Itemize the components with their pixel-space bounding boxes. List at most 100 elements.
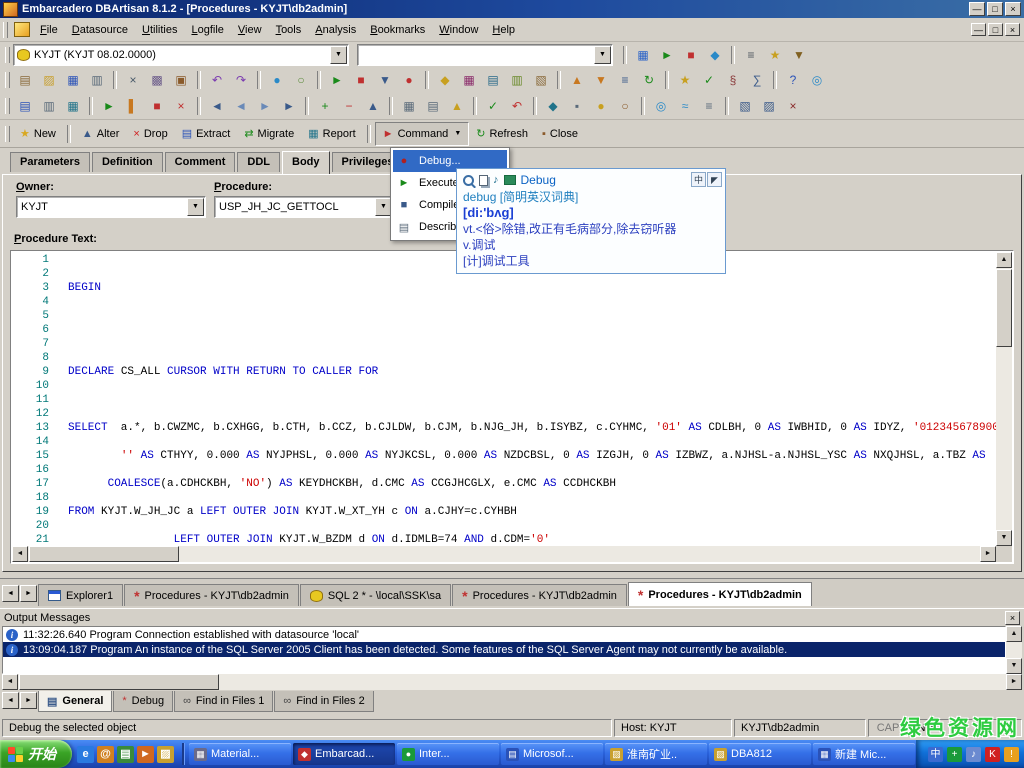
prev-row-icon[interactable]: ◄ [229,96,253,116]
menu-item-logfile[interactable]: Logfile [184,20,230,40]
open-file-icon[interactable]: ▨ [37,70,61,90]
maximize-button[interactable]: □ [987,2,1003,16]
discover-datasource-icon[interactable]: ◆ [703,45,727,65]
task-button[interactable]: ▨淮南矿业.. [605,743,707,765]
extract-button[interactable]: ▤Extract [175,123,238,145]
mdi-document-icon[interactable] [14,22,30,37]
world-icon[interactable]: ◎ [805,70,829,90]
sql-editor-icon[interactable]: ▤ [13,96,37,116]
migrate-button[interactable]: ⇄Migrate [237,123,301,145]
commit-icon[interactable]: ✓ [481,96,505,116]
procedures-icon[interactable]: ▥ [505,70,529,90]
bookmarks-icon[interactable]: ★ [673,70,697,90]
toolbar-grip[interactable] [5,126,10,142]
horizontal-scroll-thumb[interactable] [29,546,179,562]
next-row-icon[interactable]: ► [253,96,277,116]
tile-icon[interactable]: ▨ [757,96,781,116]
tab-general[interactable]: ▤General [38,691,112,712]
powerword-icon[interactable]: K [985,747,1000,762]
document-tab[interactable]: Explorer1 [38,584,123,606]
users-icon[interactable]: ● [589,96,613,116]
minimize-button[interactable]: — [969,2,985,16]
message-row[interactable]: i11:32:26.640 Program Connection establi… [3,627,1005,642]
ime-icon[interactable]: 中 [928,747,943,762]
tab-body[interactable]: Body [282,151,330,174]
help-icon[interactable]: ? [781,70,805,90]
task-button[interactable]: ▤Microsof... [501,743,603,765]
tab-scroll-right-button[interactable]: ► [20,585,37,602]
breakpoint-icon[interactable]: ● [397,70,421,90]
tab-scroll-left-button[interactable]: ◄ [2,692,19,709]
pin-button[interactable]: ◤ [707,172,722,187]
tab-find-in-files-2[interactable]: ∞Find in Files 2 [274,691,373,712]
document-tab[interactable]: *Procedures - KYJT\db2admin [628,582,812,606]
antivirus-icon[interactable]: + [947,747,962,762]
vertical-scroll-thumb[interactable] [996,269,1012,347]
replace-icon[interactable]: ○ [289,70,313,90]
tab-comment[interactable]: Comment [165,152,236,172]
schema-icon[interactable]: ◆ [541,96,565,116]
tab-parameters[interactable]: Parameters [10,152,90,172]
monitor-icon[interactable]: ◎ [649,96,673,116]
functions-icon[interactable]: ▧ [529,70,553,90]
grid-view-icon[interactable]: ▦ [397,96,421,116]
tab-ddl[interactable]: DDL [237,152,280,172]
chart-view-icon[interactable]: ▲ [445,96,469,116]
format-icon[interactable]: § [721,70,745,90]
code-editor[interactable]: 123BEGIN456789DECLARE CS_ALL CURSOR WITH… [11,253,996,546]
search-icon[interactable] [463,175,474,186]
execute-icon[interactable]: ► [325,70,349,90]
menu-item-window[interactable]: Window [432,20,485,40]
logs-icon[interactable]: ≡ [697,96,721,116]
dropdown-arrow-icon[interactable]: ▼ [594,46,611,64]
menu-item-datasource[interactable]: Datasource [65,20,135,40]
task-button[interactable]: ▦新建 Mic... [813,743,915,765]
form-view-icon[interactable]: ▤ [421,96,445,116]
message-row[interactable]: i13:09:04.187 Program An instance of the… [3,642,1005,657]
new-script-icon[interactable]: ▤ [13,70,37,90]
toolbar-grip[interactable] [5,72,10,88]
dropdown-arrow-icon[interactable]: ▼ [330,46,347,64]
mdi-restore-button[interactable]: □ [988,23,1003,36]
start-button[interactable]: 开始 [0,740,72,768]
query-builder-icon[interactable]: ▦ [61,96,85,116]
mdi-minimize-button[interactable]: — [971,23,986,36]
toolbar-grip[interactable] [5,47,10,63]
tab-definition[interactable]: Definition [92,152,163,172]
procedure-combo[interactable]: USP_JH_JC_GETTOCL ▼ [214,196,394,218]
tables-icon[interactable]: ▦ [457,70,481,90]
undo-icon[interactable]: ↶ [205,70,229,90]
close-button[interactable]: ▪Close [535,123,585,145]
copy-icon[interactable] [479,175,488,186]
document-tab[interactable]: *Procedures - KYJT\db2admin [452,584,627,606]
owner-combo[interactable]: KYJT ▼ [16,196,206,218]
stop-icon[interactable]: ■ [349,70,373,90]
toolbar-grip[interactable] [3,22,8,38]
mdi-close-button[interactable]: × [1005,23,1020,36]
disconnect-icon[interactable]: ■ [679,45,703,65]
scroll-up-button[interactable]: ▲ [1006,626,1022,642]
security-icon[interactable]: ▪ [565,96,589,116]
show-desktop-icon[interactable]: ▤ [117,746,134,763]
dropdown-arrow-icon[interactable]: ▼ [187,198,204,216]
media-player-icon[interactable]: ► [137,746,154,763]
bookmark-icon[interactable]: ★ [763,45,787,65]
scroll-up-button[interactable]: ▲ [996,252,1012,268]
views-icon[interactable]: ▤ [481,70,505,90]
close-button[interactable]: × [1005,2,1021,16]
outlook-icon[interactable]: @ [97,746,114,763]
print-icon[interactable]: ▥ [85,70,109,90]
scroll-right-button[interactable]: ► [980,546,996,562]
task-button[interactable]: ◆Embarcad... [293,743,395,765]
options-icon[interactable]: ▼ [787,45,811,65]
alter-button[interactable]: ▲Alter [75,123,127,145]
datasource-properties-icon[interactable]: ≡ [739,45,763,65]
cascade-icon[interactable]: ▧ [733,96,757,116]
find-icon[interactable]: ● [265,70,289,90]
ddl-editor-icon[interactable]: ▥ [37,96,61,116]
step-icon[interactable]: ▼ [373,70,397,90]
command-button[interactable]: ►Command▼ [375,122,470,146]
editor-vertical-scrollbar[interactable]: ▲ ▼ [996,252,1012,546]
volume-icon[interactable]: ♪ [966,747,981,762]
summary-icon[interactable]: ∑ [745,70,769,90]
